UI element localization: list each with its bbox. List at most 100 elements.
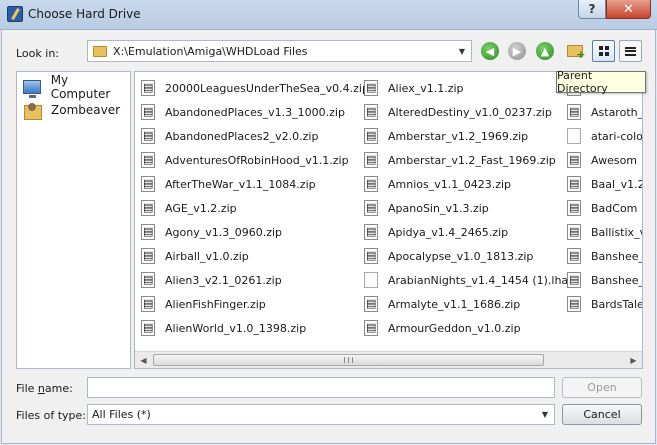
list-view-button[interactable] [592,40,615,62]
file-list-item[interactable]: atari-colo [567,124,643,148]
file-name: Apocalypse_v1.0_1813.zip [388,249,534,263]
up-arrow-icon[interactable]: ▲ [536,42,554,60]
zip-file-icon [364,128,378,144]
look-in-combobox[interactable]: X:\Emulation\Amiga\WHDLoad Files ▼ [87,40,472,62]
file-name: Awesom [591,153,638,167]
zip-file-icon [567,104,581,120]
file-list-item[interactable]: Apidya_v1.4_2465.zip [364,220,508,244]
file-icon [567,128,581,144]
file-list-item[interactable]: Awesom [567,148,637,172]
file-list-item[interactable]: ArmourGeddon_v1.0.zip [364,316,521,340]
file-list-item[interactable]: AdventuresOfRobinHood_v1.1.zip [141,148,349,172]
file-list-item[interactable]: 20000LeaguesUnderTheSea_v0.4.zip [141,76,369,100]
cancel-button[interactable]: Cancel [562,404,642,425]
scrollbar-thumb[interactable] [153,354,544,366]
file-list-item[interactable]: Alien3_v2.1_0261.zip [141,268,282,292]
file-list-item[interactable]: Astaroth_ [567,100,643,124]
file-icon [364,272,378,288]
file-list-item[interactable]: Amberstar_v1.2_Fast_1969.zip [364,148,556,172]
file-list-item[interactable]: Agony_v1.3_0960.zip [141,220,282,244]
grip-icon [344,357,353,363]
file-list-item[interactable]: Baal_v1.2 [567,172,643,196]
file-list-item[interactable]: AlienFishFinger.zip [141,292,266,316]
zip-file-icon [567,296,581,312]
file-list-item[interactable]: AlienWorld_v1.0_1398.zip [141,316,306,340]
file-name: AbandonedPlaces2_v2.0.zip [165,129,319,143]
look-in-path: X:\Emulation\Amiga\WHDLoad Files [113,44,308,58]
file-name: Armalyte_v1.1_1686.zip [388,297,521,311]
zip-file-icon [364,200,378,216]
zip-file-icon [364,104,378,120]
file-list-item[interactable]: BardsTale [567,292,642,316]
file-name: ArmourGeddon_v1.0.zip [388,321,521,335]
zip-file-icon [141,200,155,216]
close-button[interactable]: ✕ [606,0,651,19]
file-name: AlteredDestiny_v1.0_0237.zip [388,105,552,119]
chevron-down-icon[interactable]: ▼ [453,41,471,61]
file-list-item[interactable]: AGE_v1.2.zip [141,196,237,220]
back-arrow-icon[interactable]: ◀ [481,42,499,60]
file-name-input[interactable] [87,377,555,398]
file-list-item[interactable]: Armalyte_v1.1_1686.zip [364,292,520,316]
horizontal-scrollbar[interactable]: ◀ ▶ [135,351,642,368]
scroll-left-icon[interactable]: ◀ [135,352,152,368]
new-folder-button[interactable] [563,40,586,62]
file-name: Baal_v1.2 [591,177,643,191]
file-list-item[interactable]: Banshee_ [567,268,643,292]
zip-file-icon [141,224,155,240]
zip-file-icon [567,176,581,192]
file-list-item[interactable]: Apocalypse_v1.0_1813.zip [364,244,533,268]
file-name: BadCom [591,201,638,215]
file-name: Astaroth_ [591,105,643,119]
file-name: AfterTheWar_v1.1_1084.zip [165,177,316,191]
file-list: 20000LeaguesUnderTheSea_v0.4.zip Abandone… [134,71,643,369]
list-view-icon [598,46,609,56]
folder-icon [93,45,107,57]
new-folder-icon [566,45,586,61]
forward-arrow-icon[interactable]: ▶ [508,42,526,60]
dialog-client-area: Look in: X:\Emulation\Amiga\WHDLoad File… [1,30,656,444]
file-list-item[interactable]: Amberstar_v1.2_1969.zip [364,124,528,148]
file-name: ArabianNights_v1.4_1454 (1).lha [388,273,569,287]
zip-file-icon [141,152,155,168]
title-bar: Choose Hard Drive ? ✕ [0,0,657,30]
file-list-item[interactable]: AbandonedPlaces_v1.3_1000.zip [141,100,345,124]
file-name: atari-colo [591,129,643,143]
chevron-down-icon[interactable]: ▼ [536,405,554,424]
file-list-item[interactable]: Amnios_v1.1_0423.zip [364,172,511,196]
app-icon [7,6,23,22]
file-list-item[interactable]: AbandonedPlaces2_v2.0.zip [141,124,318,148]
zip-file-icon [141,104,155,120]
files-of-type-combobox[interactable]: All Files (*) ▼ [87,404,555,425]
file-list-item[interactable]: AlteredDestiny_v1.0_0237.zip [364,100,552,124]
sidebar-item-my-computer[interactable]: My Computer [23,73,130,101]
sidebar-item-label: My Computer [50,73,111,101]
zip-file-icon [364,320,378,336]
file-name: Banshee_ [591,273,643,287]
computer-icon [23,80,41,98]
file-list-item[interactable]: BadCom [567,196,637,220]
window-title: Choose Hard Drive [28,7,141,21]
file-list-item[interactable]: Aliex_v1.1.zip [364,76,464,100]
sidebar: My Computer Zombeaver [16,71,131,369]
zip-file-icon [567,248,581,264]
zip-file-icon [141,320,155,336]
scroll-right-icon[interactable]: ▶ [625,352,642,368]
file-list-item[interactable]: AfterTheWar_v1.1_1084.zip [141,172,316,196]
zip-file-icon [141,272,155,288]
file-list-item[interactable]: ArabianNights_v1.4_1454 (1).lha [364,268,568,292]
file-list-item[interactable]: ApanoSin_v1.3.zip [364,196,489,220]
zip-file-icon [141,128,155,144]
open-button[interactable]: Open [562,377,642,398]
file-list-item[interactable]: Airball_v1.0.zip [141,244,249,268]
tooltip: Parent Directory [556,69,646,95]
file-name: Agony_v1.3_0960.zip [165,225,283,239]
file-list-item[interactable]: Ballistix_v [567,220,642,244]
detail-view-button[interactable] [619,40,642,62]
detail-view-icon [625,46,636,56]
sidebar-item-zombeaver[interactable]: Zombeaver [23,100,120,120]
look-in-label: Look in: [16,47,59,60]
zip-file-icon [364,176,378,192]
file-list-item[interactable]: Banshee_ [567,244,642,268]
help-button[interactable]: ? [578,0,606,19]
